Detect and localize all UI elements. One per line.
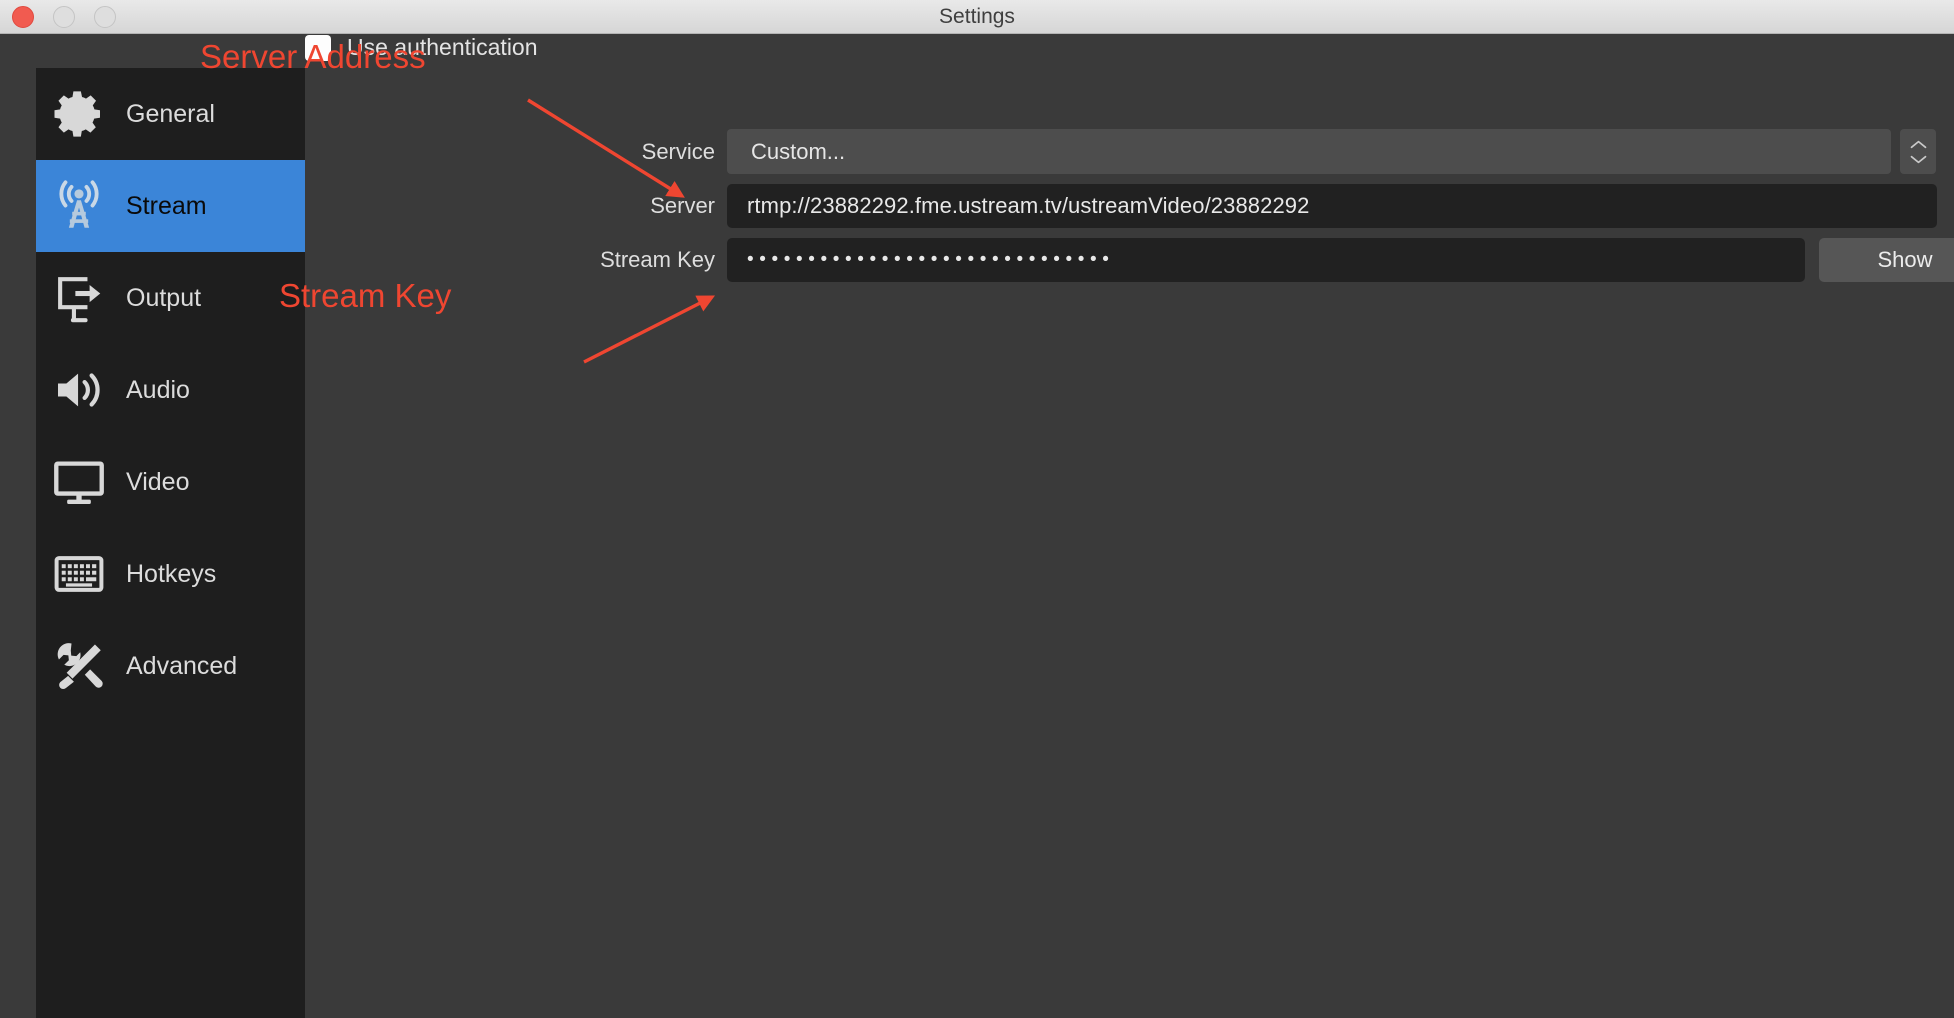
sidebar-item-video[interactable]: Video	[36, 436, 305, 528]
broadcast-icon	[48, 175, 110, 237]
window-title: Settings	[939, 5, 1015, 28]
speaker-icon	[48, 359, 110, 421]
service-row: Service Custom...	[460, 129, 1936, 174]
output-icon	[48, 267, 110, 329]
service-dropdown-value: Custom...	[751, 138, 846, 164]
use-authentication-row: Use authentication	[305, 34, 1954, 61]
use-authentication-label: Use authentication	[347, 34, 538, 60]
service-stepper[interactable]	[1900, 129, 1936, 174]
server-input[interactable]: rtmp://23882292.fme.ustream.tv/ustreamVi…	[727, 184, 1937, 228]
stream-key-label: Stream Key	[600, 247, 715, 272]
use-authentication-checkbox[interactable]	[305, 34, 331, 61]
sidebar-item-label: Output	[126, 283, 202, 312]
sidebar-item-label: Stream	[126, 191, 207, 220]
sidebar-item-general[interactable]: General	[36, 68, 305, 160]
server-row: Server rtmp://23882292.fme.ustream.tv/us…	[460, 184, 1937, 228]
stream-key-input[interactable]: ••••••••••••••••••••••••••••••	[727, 238, 1805, 282]
gear-icon	[48, 83, 110, 145]
settings-window: Settings General Stream Output Audio Vid…	[0, 0, 1954, 1018]
sidebar-item-audio[interactable]: Audio	[36, 344, 305, 436]
show-button-label: Show	[1877, 247, 1933, 272]
sidebar-item-label: Advanced	[126, 651, 238, 680]
settings-sidebar: General Stream Output Audio Video Hotkey…	[36, 68, 305, 1018]
sidebar-item-advanced[interactable]: Advanced	[36, 620, 305, 712]
sidebar-item-hotkeys[interactable]: Hotkeys	[36, 528, 305, 620]
stream-key-masked-value: ••••••••••••••••••••••••••••••	[747, 249, 1115, 270]
titlebar: Settings	[0, 0, 1954, 34]
chevron-down-icon	[1910, 155, 1926, 163]
server-input-value: rtmp://23882292.fme.ustream.tv/ustreamVi…	[747, 193, 1310, 218]
sidebar-item-label: Video	[126, 467, 190, 496]
show-stream-key-button[interactable]: Show	[1819, 238, 1954, 282]
stream-key-row: Stream Key •••••••••••••••••••••••••••••…	[460, 238, 1954, 282]
stream-settings-pane: Service Custom... Server rtmp://23882292…	[305, 34, 1954, 1018]
service-label: Service	[641, 138, 715, 164]
sidebar-item-label: General	[126, 99, 215, 128]
server-label: Server	[650, 193, 715, 218]
service-dropdown[interactable]: Custom...	[727, 129, 1891, 174]
tools-icon	[48, 635, 110, 697]
chevron-up-icon	[1910, 140, 1926, 148]
keyboard-icon	[48, 543, 110, 605]
sidebar-item-stream[interactable]: Stream	[36, 160, 305, 252]
sidebar-item-output[interactable]: Output	[36, 252, 305, 344]
sidebar-item-label: Hotkeys	[126, 559, 217, 588]
sidebar-item-label: Audio	[126, 375, 190, 404]
monitor-icon	[48, 451, 110, 513]
